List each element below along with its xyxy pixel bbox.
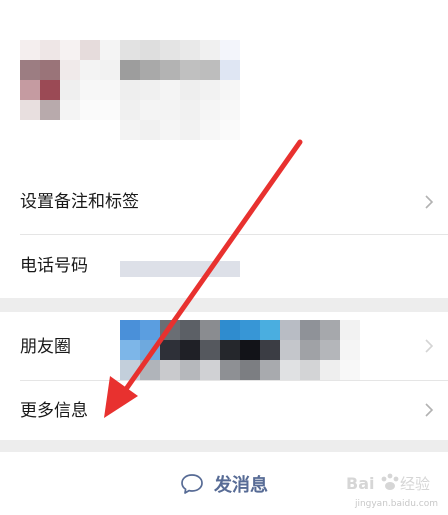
profile-header bbox=[0, 0, 448, 170]
remark-row[interactable]: 设置备注和标签 bbox=[0, 170, 448, 234]
paw-logo-icon: Bai 经验 bbox=[346, 473, 430, 493]
chevron-right-icon bbox=[425, 403, 434, 417]
moments-thumbnails[interactable] bbox=[120, 320, 360, 380]
more-info-row[interactable]: 更多信息 bbox=[0, 380, 448, 444]
chevron-right-icon bbox=[425, 195, 434, 209]
svg-text:Bai: Bai bbox=[346, 474, 374, 493]
phone-label: 电话号码 bbox=[20, 256, 88, 276]
avatar[interactable] bbox=[20, 40, 100, 120]
remark-label: 设置备注和标签 bbox=[20, 192, 139, 212]
watermark: Bai 经验 jingyan.baidu.com bbox=[344, 469, 440, 509]
phone-number-blur bbox=[120, 261, 240, 277]
more-info-label: 更多信息 bbox=[20, 401, 88, 421]
info-section: 设置备注和标签 电话号码 bbox=[0, 170, 448, 298]
send-message-label: 发消息 bbox=[214, 474, 268, 496]
chat-bubble-icon bbox=[181, 473, 203, 494]
chevron-right-icon bbox=[425, 339, 434, 353]
watermark-url: jingyan.baidu.com bbox=[354, 499, 438, 509]
name-blur bbox=[100, 40, 240, 140]
svg-text:经验: 经验 bbox=[400, 475, 430, 493]
moments-label: 朋友圈 bbox=[20, 337, 71, 357]
